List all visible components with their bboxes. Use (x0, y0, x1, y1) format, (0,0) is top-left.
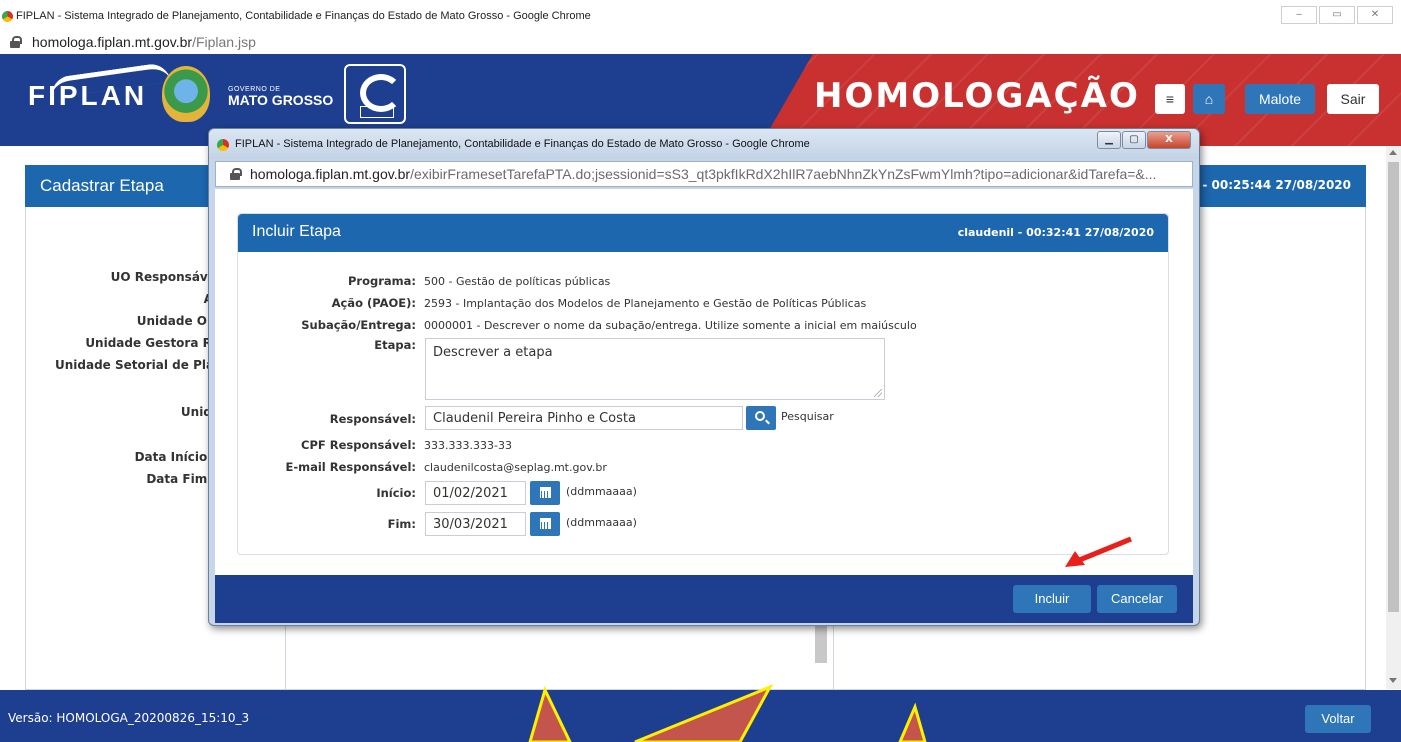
etapa-text: Descrever a etapa (433, 345, 553, 360)
fim-label: Fim: (387, 517, 416, 531)
fiplan-logo: FIPLAN (28, 61, 171, 112)
outer-address-bar[interactable]: homologa.fiplan.mt.gov.br/Fiplan.jsp (0, 32, 1401, 54)
page-scrollbar[interactable] (1386, 146, 1401, 689)
email-label: E-mail Responsável: (285, 460, 416, 474)
inicio-input[interactable]: 01/02/2021 (425, 481, 526, 505)
outer-url-path: /Fiplan.jsp (192, 34, 256, 50)
outer-minimize-button[interactable]: ‒ (1281, 6, 1317, 24)
red-arrow-icon (1065, 536, 1132, 567)
popup-minimize-button[interactable]: ▁ (1097, 131, 1121, 149)
state-label: MATO GROSSO (228, 92, 334, 108)
scroll-up-icon[interactable] (1389, 150, 1397, 155)
outer-window-controls: ‒ ▭ ✕ (1281, 6, 1393, 24)
annotation-arrow-icon (528, 684, 927, 742)
scrollbar-thumb[interactable] (1388, 162, 1399, 612)
bg-label-uo: UO Responsável (110, 270, 220, 284)
incluir-etapa-popup: FIPLAN - Sistema Integrado de Planejamen… (208, 128, 1200, 626)
fiplan-emblem-icon (344, 64, 406, 124)
popup-close-button[interactable]: X (1147, 131, 1191, 149)
acao-value: 2593 - Implantação dos Modelos de Planej… (424, 297, 867, 310)
incluir-etapa-form: Incluir Etapa claudenil - 00:32:41 27/08… (237, 213, 1169, 555)
popup-footer: Incluir Cancelar (215, 575, 1193, 623)
chrome-icon (217, 139, 229, 151)
pesquisar-link[interactable]: Pesquisar (781, 410, 834, 423)
red-arrow-shaft (1076, 536, 1132, 564)
search-icon (755, 411, 765, 421)
menu-button[interactable]: ≡ (1155, 84, 1185, 114)
voltar-button[interactable]: Voltar (1305, 705, 1371, 733)
resize-grip-icon[interactable] (874, 389, 882, 397)
outer-maximize-button[interactable]: ▭ (1319, 6, 1355, 24)
annotation-arrow-right (898, 702, 927, 742)
popup-titlebar[interactable]: FIPLAN - Sistema Integrado de Planejamen… (209, 129, 1199, 159)
popup-title: FIPLAN - Sistema Integrado de Planejamen… (235, 138, 810, 150)
cpf-value: 333.333.333-33 (424, 439, 512, 452)
pesquisar-button[interactable] (746, 406, 776, 430)
version-label: Versão: HOMOLOGA_20200826_15:10_3 (8, 711, 250, 725)
lock-icon (10, 36, 22, 48)
panel-title: Cadastrar Etapa (40, 176, 164, 195)
home-button[interactable]: ⌂ (1193, 84, 1225, 114)
fim-format-hint: (ddmmaaaa) (566, 516, 637, 529)
popup-url-path: /exibirFramesetTarefaPTA.do;jsessionid=s… (410, 166, 1157, 182)
popup-maximize-button[interactable]: ▢ (1122, 131, 1146, 149)
panel-user-time: l - 00:25:44 27/08/2020 (1194, 178, 1351, 192)
programa-value: 500 - Gestão de políticas públicas (424, 275, 611, 288)
annotation-arrow-center (634, 684, 774, 742)
coat-of-arms-icon (162, 66, 210, 122)
responsavel-label: Responsável: (329, 412, 416, 426)
outer-window-titlebar: FIPLAN - Sistema Integrado de Planejamen… (0, 0, 1401, 32)
email-value: claudenilcosta@seplag.mt.gov.br (424, 461, 607, 474)
cancelar-button[interactable]: Cancelar (1097, 585, 1177, 613)
calendar-icon (540, 487, 551, 498)
cpf-label: CPF Responsável: (301, 438, 416, 452)
sair-button[interactable]: Sair (1327, 84, 1379, 114)
outer-url-domain: homologa.fiplan.mt.gov.br (32, 34, 193, 50)
environment-title: HOMOLOGAÇÃO (814, 76, 1140, 116)
home-icon: ⌂ (1204, 91, 1214, 107)
bg-label-unidade-setorial: Unidade Setorial de Plar (54, 358, 220, 372)
outer-window-title: FIPLAN - Sistema Integrado de Planejamen… (16, 10, 591, 22)
popup-content: Incluir Etapa claudenil - 00:32:41 27/08… (215, 189, 1193, 575)
popup-window-controls: ▁ ▢ X (1097, 131, 1191, 149)
popup-url-domain: homologa.fiplan.mt.gov.br (250, 166, 411, 182)
form-header: Incluir Etapa claudenil - 00:32:41 27/08… (238, 214, 1168, 252)
fim-calendar-button[interactable] (530, 512, 560, 536)
fim-text: 30/03/2021 (433, 517, 508, 532)
responsavel-input[interactable]: Claudenil Pereira Pinho e Costa (425, 406, 743, 430)
form-user-time: claudenil - 00:32:41 27/08/2020 (957, 226, 1154, 239)
subacao-label: Subação/Entrega: (301, 318, 416, 332)
inicio-calendar-button[interactable] (530, 481, 560, 505)
scroll-down-icon[interactable] (1389, 678, 1397, 683)
etapa-textarea[interactable]: Descrever a etapa (425, 338, 885, 400)
acao-label: Ação (PAOE): (331, 296, 416, 310)
etapa-label: Etapa: (374, 338, 416, 352)
outer-url[interactable]: homologa.fiplan.mt.gov.br/Fiplan.jsp (32, 34, 256, 50)
subacao-value: 0000001 - Descrever o nome da subação/en… (424, 319, 917, 332)
fim-input[interactable]: 30/03/2021 (425, 512, 526, 536)
malote-button[interactable]: Malote (1245, 84, 1315, 114)
chrome-icon (2, 11, 13, 22)
popup-url[interactable]: homologa.fiplan.mt.gov.br/exibirFrameset… (250, 166, 1180, 182)
outer-close-button[interactable]: ✕ (1357, 6, 1393, 24)
inicio-text: 01/02/2021 (433, 486, 508, 501)
inicio-format-hint: (ddmmaaaa) (566, 485, 637, 498)
popup-address-bar[interactable]: homologa.fiplan.mt.gov.br/exibirFrameset… (215, 161, 1193, 187)
bg-label-unidade-gestora: Unidade Gestora Re (85, 336, 220, 350)
inner-scrollbar-thumb[interactable] (815, 625, 827, 663)
responsavel-text: Claudenil Pereira Pinho e Costa (433, 411, 636, 426)
lock-icon (230, 168, 242, 180)
programa-label: Programa: (347, 274, 416, 288)
inicio-label: Início: (376, 486, 416, 500)
incluir-button[interactable]: Incluir (1013, 585, 1091, 613)
calendar-icon (540, 518, 551, 529)
menu-icon: ≡ (1165, 91, 1175, 107)
form-title: Incluir Etapa (252, 223, 341, 240)
annotation-arrow-left (528, 685, 572, 742)
mato-grosso-logo: GOVERNO DE MATO GROSSO (228, 86, 333, 107)
